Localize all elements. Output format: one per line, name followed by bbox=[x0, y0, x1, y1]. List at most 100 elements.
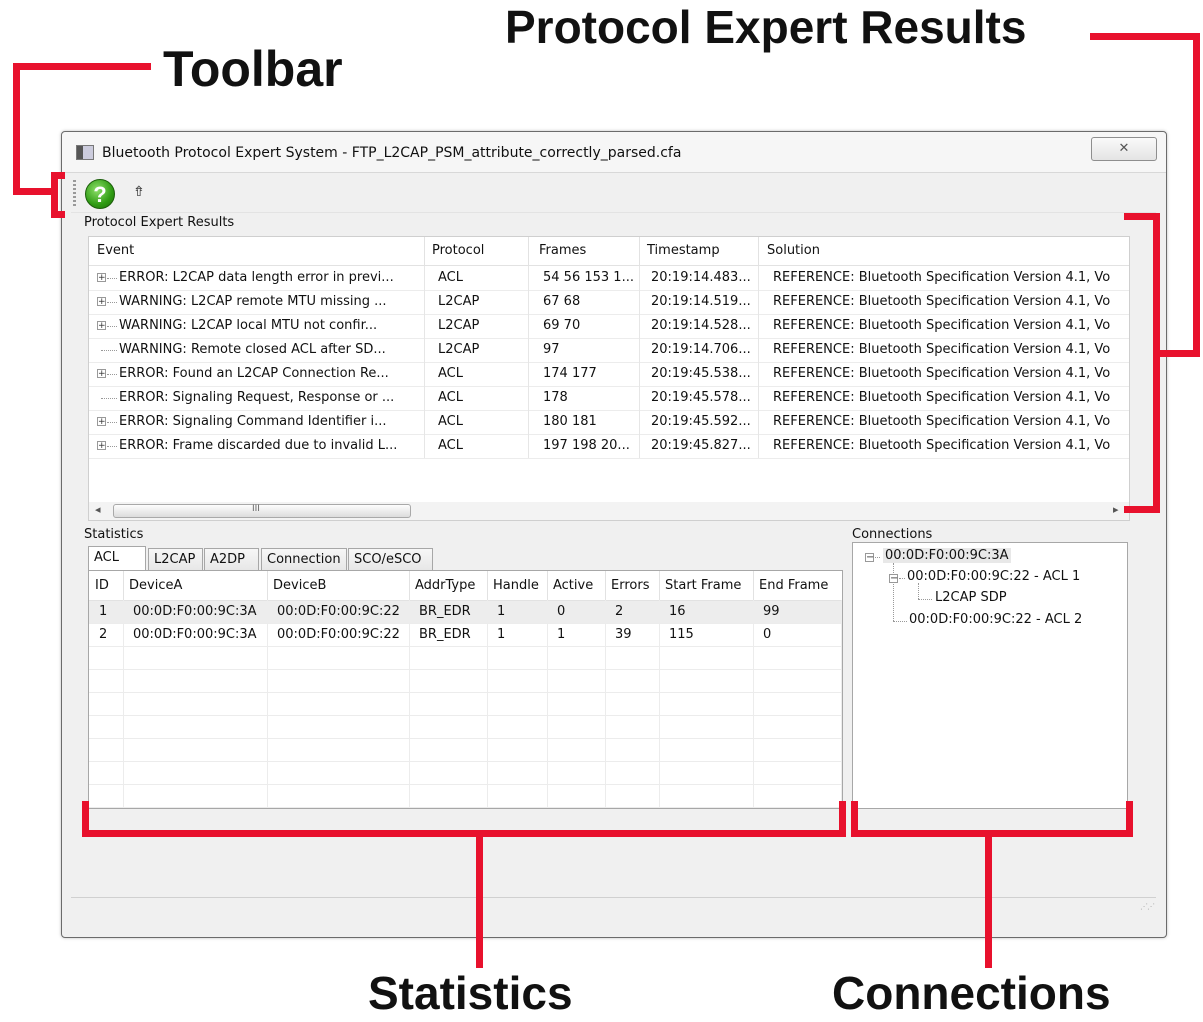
cell-timestamp: 20:19:45.592... bbox=[651, 414, 751, 429]
cell-frames: 180 181 bbox=[543, 414, 597, 429]
stats-cell: 0 bbox=[763, 627, 772, 642]
close-button[interactable]: ✕ bbox=[1091, 137, 1157, 161]
toolbar-grip[interactable] bbox=[73, 180, 76, 206]
table-row[interactable] bbox=[89, 716, 842, 739]
table-row[interactable]: + ERROR: Signaling Command Identifier i..… bbox=[89, 410, 1129, 435]
col-timestamp[interactable]: Timestamp bbox=[647, 243, 720, 258]
stats-cell: 1 bbox=[557, 627, 566, 642]
collapse-icon[interactable]: − bbox=[865, 553, 874, 563]
stats-cell: 00:0D:F0:00:9C:22 bbox=[277, 627, 400, 642]
scroll-right-arrow[interactable]: ▸ bbox=[1113, 503, 1119, 516]
stats-col-deviceb[interactable]: DeviceB bbox=[273, 578, 326, 593]
app-window: Bluetooth Protocol Expert System - FTP_L… bbox=[61, 131, 1167, 938]
cell-event: WARNING: L2CAP remote MTU missing ... bbox=[119, 294, 387, 309]
cell-protocol: L2CAP bbox=[438, 342, 480, 357]
results-header: Event Protocol Frames Timestamp Solution bbox=[89, 237, 1129, 266]
col-solution[interactable]: Solution bbox=[767, 243, 820, 258]
export-icon[interactable]: ⇮ bbox=[133, 184, 145, 200]
window-title: Bluetooth Protocol Expert System - FTP_L… bbox=[102, 145, 682, 161]
table-row[interactable]: + WARNING: L2CAP remote MTU missing ... L2… bbox=[89, 290, 1129, 315]
cell-frames: 178 bbox=[543, 390, 568, 405]
cell-timestamp: 20:19:14.706... bbox=[651, 342, 751, 357]
callout-connections: Connections bbox=[832, 967, 1111, 1019]
scroll-grip: III bbox=[252, 504, 260, 514]
col-event[interactable]: Event bbox=[97, 243, 134, 258]
statistics-label: Statistics bbox=[84, 527, 144, 542]
cell-protocol: ACL bbox=[438, 438, 463, 453]
size-grip-icon[interactable]: ⋰⋰ bbox=[1140, 902, 1155, 911]
collapse-icon[interactable]: − bbox=[889, 574, 898, 584]
table-row[interactable]: + ERROR: Found an L2CAP Connection Re... A… bbox=[89, 362, 1129, 387]
tab-sco-esco[interactable]: SCO/eSCO bbox=[348, 548, 433, 570]
stats-col-id[interactable]: ID bbox=[95, 578, 109, 593]
cell-protocol: L2CAP bbox=[438, 318, 480, 333]
table-row[interactable]: + ERROR: L2CAP data length error in previ… bbox=[89, 266, 1129, 291]
col-protocol[interactable]: Protocol bbox=[432, 243, 484, 258]
connections-tree[interactable]: − 00:0D:F0:00:9C:3A − 00:0D:F0:00:9C:22 … bbox=[852, 542, 1128, 809]
table-row[interactable]: 1 00:0D:F0:00:9C:3A 00:0D:F0:00:9C:22 BR_ED… bbox=[89, 601, 842, 624]
help-icon[interactable]: ? bbox=[85, 179, 115, 209]
tree-node-l2cap-sdp[interactable]: L2CAP SDP bbox=[935, 590, 1007, 605]
table-row[interactable] bbox=[89, 785, 842, 808]
stats-cell: 39 bbox=[615, 627, 632, 642]
cell-solution: REFERENCE: Bluetooth Specification Versi… bbox=[773, 438, 1111, 453]
tree-node-acl1[interactable]: 00:0D:F0:00:9C:22 - ACL 1 bbox=[907, 569, 1080, 584]
expand-icon[interactable]: + bbox=[97, 441, 106, 451]
tab-connection[interactable]: Connection bbox=[261, 548, 347, 570]
stats-col-devicea[interactable]: DeviceA bbox=[129, 578, 182, 593]
stats-cell: 1 bbox=[99, 604, 108, 619]
statistics-table[interactable]: ID DeviceA DeviceB AddrType Handle Active Erro… bbox=[88, 570, 843, 809]
cell-solution: REFERENCE: Bluetooth Specification Versi… bbox=[773, 366, 1111, 381]
stats-cell: 0 bbox=[557, 604, 566, 619]
table-row[interactable]: 2 00:0D:F0:00:9C:3A 00:0D:F0:00:9C:22 BR_ED… bbox=[89, 624, 842, 647]
expand-icon[interactable]: + bbox=[97, 297, 106, 307]
stats-col-start-frame[interactable]: Start Frame bbox=[665, 578, 741, 593]
cell-timestamp: 20:19:14.528... bbox=[651, 318, 751, 333]
scroll-thumb[interactable]: III bbox=[113, 504, 411, 518]
cell-solution: REFERENCE: Bluetooth Specification Versi… bbox=[773, 414, 1111, 429]
col-frames[interactable]: Frames bbox=[539, 243, 586, 258]
results-label: Protocol Expert Results bbox=[84, 215, 235, 230]
cell-frames: 67 68 bbox=[543, 294, 581, 309]
table-row[interactable] bbox=[89, 762, 842, 785]
table-row[interactable]: WARNING: Remote closed ACL after SD... L2… bbox=[89, 338, 1129, 363]
tree-node-root[interactable]: 00:0D:F0:00:9C:3A bbox=[883, 548, 1011, 563]
table-row[interactable]: + WARNING: L2CAP local MTU not confir... L… bbox=[89, 314, 1129, 339]
stats-col-errors[interactable]: Errors bbox=[611, 578, 649, 593]
table-row[interactable] bbox=[89, 670, 842, 693]
table-row[interactable]: + ERROR: Frame discarded due to invalid L… bbox=[89, 434, 1129, 459]
results-table[interactable]: Event Protocol Frames Timestamp Solution… bbox=[88, 236, 1130, 521]
tab-label: Connection bbox=[267, 552, 341, 567]
cell-event: ERROR: Signaling Request, Response or ..… bbox=[119, 390, 395, 405]
tab-acl[interactable]: ACL bbox=[88, 546, 146, 570]
stats-col-active[interactable]: Active bbox=[553, 578, 593, 593]
cell-event: ERROR: Found an L2CAP Connection Re... bbox=[119, 366, 389, 381]
cell-frames: 69 70 bbox=[543, 318, 581, 333]
tab-a2dp[interactable]: A2DP bbox=[204, 548, 259, 570]
table-row[interactable] bbox=[89, 739, 842, 762]
stats-col-addrtype[interactable]: AddrType bbox=[415, 578, 475, 593]
expand-icon[interactable]: + bbox=[97, 321, 106, 331]
results-hscrollbar[interactable]: ◂ III ▸ bbox=[89, 502, 1129, 520]
expand-icon[interactable]: + bbox=[97, 273, 106, 283]
tree-node-acl2[interactable]: 00:0D:F0:00:9C:22 - ACL 2 bbox=[909, 612, 1082, 627]
scroll-left-arrow[interactable]: ◂ bbox=[95, 503, 101, 516]
table-row[interactable]: ERROR: Signaling Request, Response or ..… bbox=[89, 386, 1129, 411]
stats-cell: 00:0D:F0:00:9C:3A bbox=[133, 627, 257, 642]
cell-protocol: ACL bbox=[438, 390, 463, 405]
stats-cell: BR_EDR bbox=[419, 604, 471, 619]
stats-cell: BR_EDR bbox=[419, 627, 471, 642]
stats-cell: 00:0D:F0:00:9C:22 bbox=[277, 604, 400, 619]
expand-icon[interactable]: + bbox=[97, 417, 106, 427]
stats-col-handle[interactable]: Handle bbox=[493, 578, 539, 593]
cell-solution: REFERENCE: Bluetooth Specification Versi… bbox=[773, 270, 1111, 285]
cell-solution: REFERENCE: Bluetooth Specification Versi… bbox=[773, 342, 1111, 357]
expand-icon[interactable]: + bbox=[97, 369, 106, 379]
cell-timestamp: 20:19:45.538... bbox=[651, 366, 751, 381]
table-row[interactable] bbox=[89, 647, 842, 670]
connections-label: Connections bbox=[852, 527, 933, 542]
cell-event: ERROR: L2CAP data length error in previ.… bbox=[119, 270, 394, 285]
stats-col-end-frame[interactable]: End Frame bbox=[759, 578, 828, 593]
table-row[interactable] bbox=[89, 693, 842, 716]
tab-l2cap[interactable]: L2CAP bbox=[148, 548, 203, 570]
